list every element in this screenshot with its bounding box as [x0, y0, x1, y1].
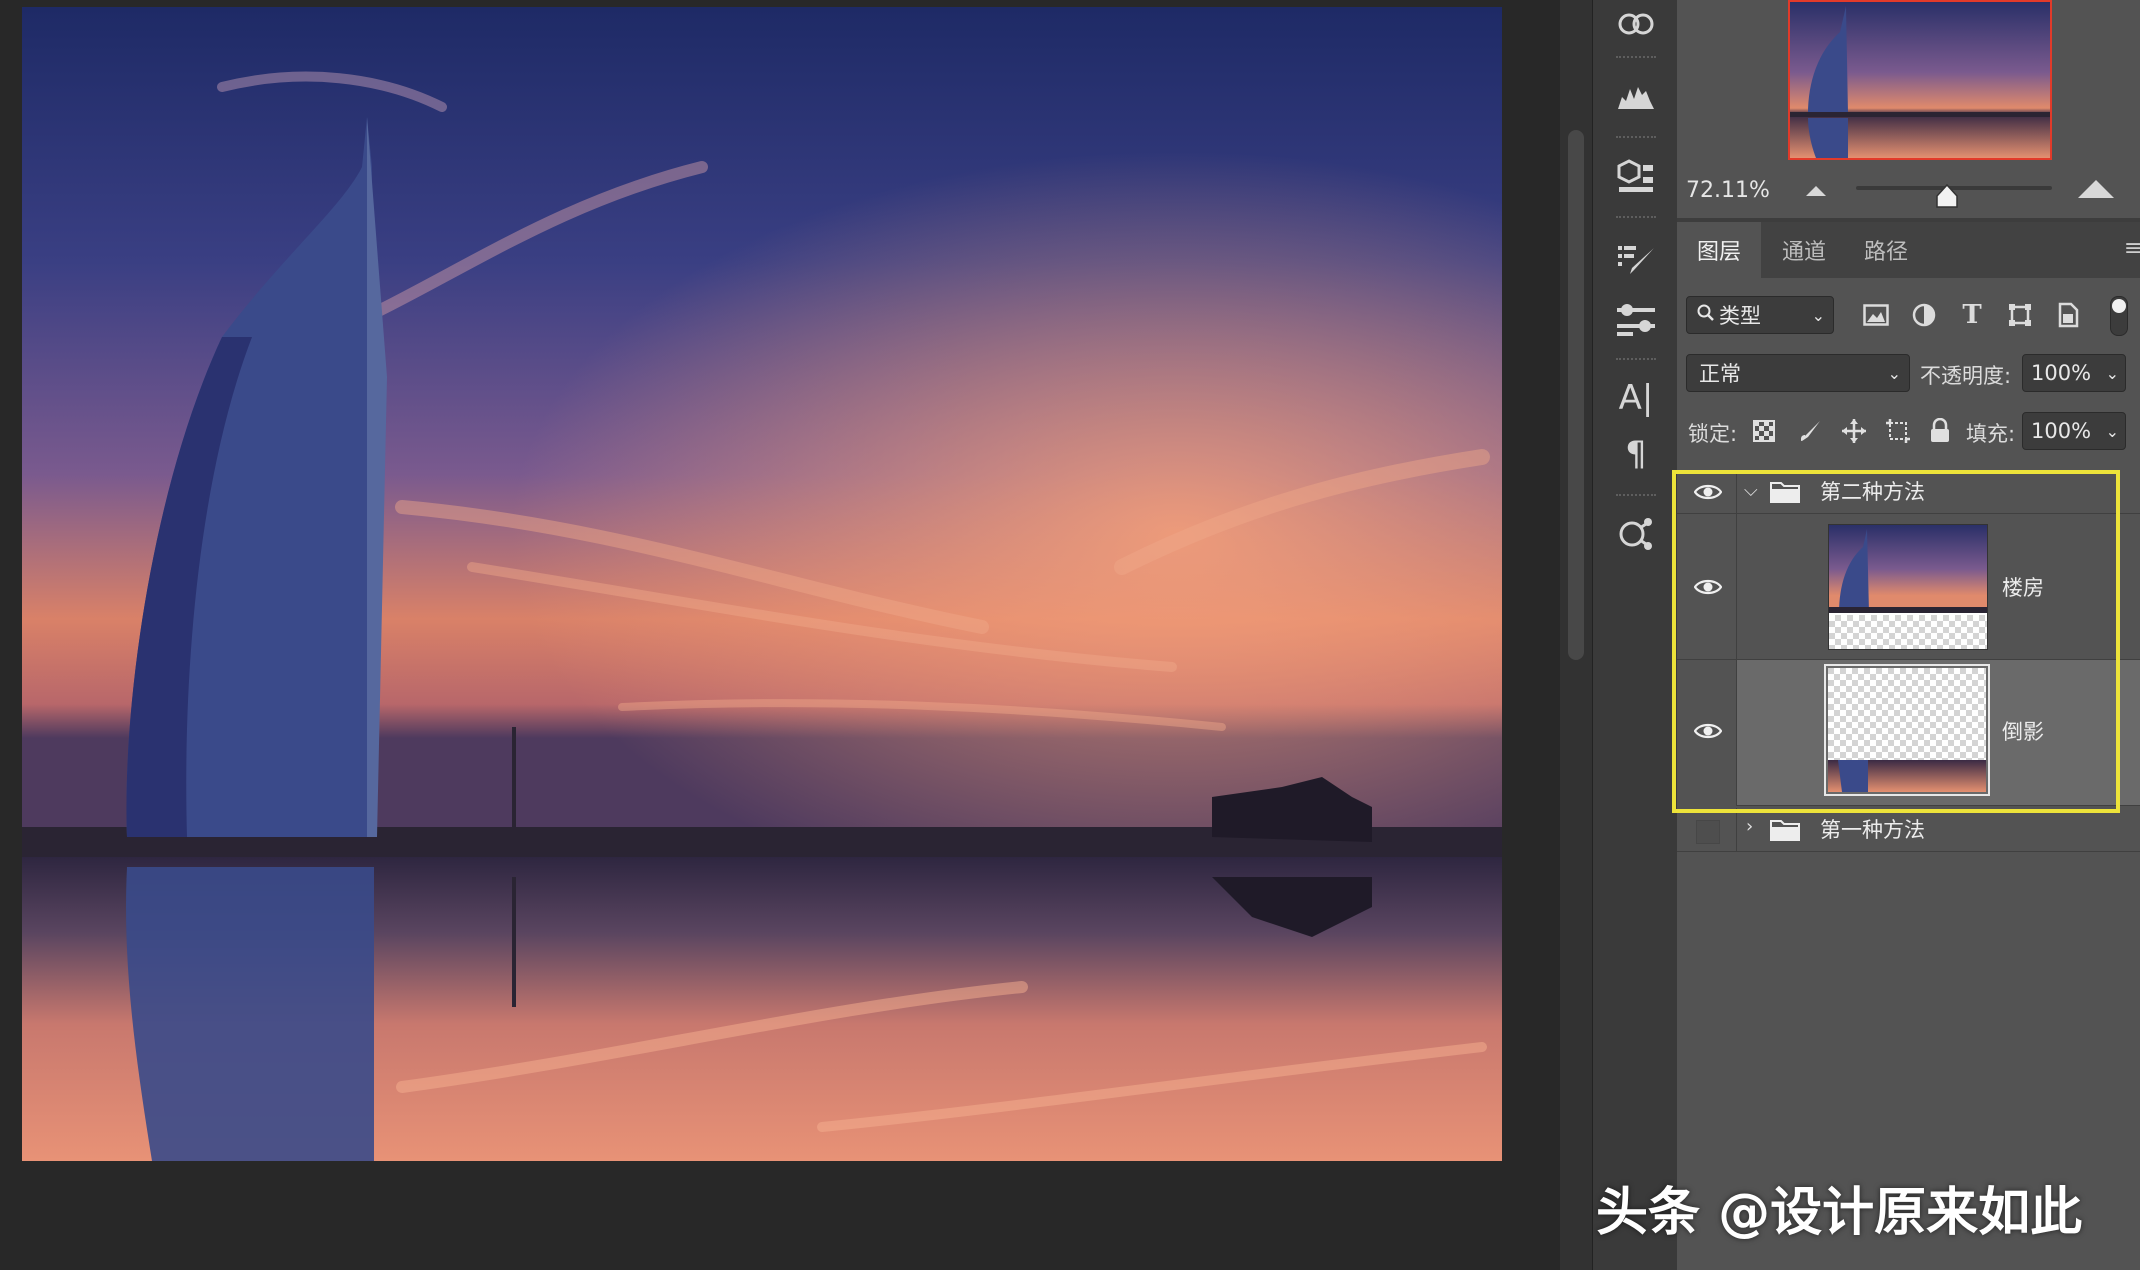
- blend-mode-value: 正常: [1699, 362, 1741, 386]
- lock-image-pixels-icon[interactable]: [1792, 413, 1828, 449]
- type-layer-filter-icon[interactable]: T: [1954, 297, 1990, 333]
- opacity-label: 不透明度:: [1920, 364, 2012, 388]
- visibility-column-divider: [1736, 808, 1737, 852]
- chevron-down-icon: ⌄: [1887, 363, 1901, 383]
- navigator-thumbnail[interactable]: [1788, 0, 2052, 160]
- visibility-toggle-off[interactable]: [1696, 820, 1720, 844]
- panel-grip[interactable]: [1616, 56, 1656, 66]
- zoom-slider-handle[interactable]: [1936, 183, 1958, 208]
- tab-paths[interactable]: 路径: [1846, 222, 1926, 278]
- blend-mode-dropdown[interactable]: 正常 ⌄: [1686, 354, 1910, 392]
- tab-layers[interactable]: 图层: [1677, 222, 1761, 278]
- panel-grip[interactable]: [1616, 136, 1656, 146]
- histogram-icon[interactable]: [1612, 72, 1660, 120]
- panel-menu-icon[interactable]: ≡: [2124, 236, 2140, 261]
- folder-icon: [1770, 817, 1800, 845]
- chevron-down-icon: ⌄: [2105, 421, 2119, 441]
- sunset-photo: [22, 7, 1502, 1161]
- paragraph-icon[interactable]: ¶: [1612, 430, 1660, 478]
- zoom-in-icon[interactable]: [2078, 180, 2114, 198]
- pixel-layer-filter-icon[interactable]: [1858, 297, 1894, 333]
- shape-layer-filter-icon[interactable]: [2002, 297, 2038, 333]
- lock-artboard-icon[interactable]: [1880, 413, 1916, 449]
- fill-label: 填充:: [1966, 422, 2016, 446]
- lock-label: 锁定:: [1688, 422, 1738, 446]
- layer-filter-dropdown[interactable]: 类型 ⌄: [1686, 296, 1834, 334]
- zoom-out-icon[interactable]: [1806, 186, 1826, 196]
- properties-icon[interactable]: [1612, 296, 1660, 344]
- panel-grip[interactable]: [1616, 494, 1656, 504]
- filter-toggle[interactable]: [2110, 296, 2128, 336]
- chevron-right-icon[interactable]: ›: [1746, 816, 1753, 837]
- lock-transparent-pixels-icon[interactable]: [1746, 413, 1782, 449]
- document-image[interactable]: [22, 7, 1502, 1161]
- libraries-icon[interactable]: [1612, 0, 1660, 48]
- opacity-field[interactable]: 100% ⌄: [2022, 354, 2126, 392]
- watermark-text: 头条 @设计原来如此: [1596, 1183, 2083, 1243]
- smart-object-filter-icon[interactable]: [2050, 297, 2086, 333]
- fill-field[interactable]: 100% ⌄: [2022, 412, 2126, 450]
- filter-kind-label: 类型: [1719, 304, 1761, 328]
- panel-grip[interactable]: [1616, 358, 1656, 368]
- glyph-share-icon[interactable]: [1612, 510, 1660, 558]
- adjustment-layer-filter-icon[interactable]: [1906, 297, 1942, 333]
- 3d-icon[interactable]: [1612, 152, 1660, 200]
- fill-value: 100%: [2031, 419, 2092, 443]
- tab-channels[interactable]: 通道: [1763, 222, 1845, 278]
- lock-position-icon[interactable]: [1836, 413, 1872, 449]
- chevron-down-icon: ⌄: [1811, 305, 1825, 325]
- character-icon[interactable]: A|: [1612, 374, 1660, 422]
- brush-settings-icon[interactable]: [1612, 236, 1660, 284]
- zoom-value[interactable]: 72.11%: [1686, 178, 1770, 203]
- search-icon: [1697, 303, 1715, 327]
- chevron-down-icon: ⌄: [2105, 363, 2119, 383]
- layer-name[interactable]: 第一种方法: [1820, 814, 1925, 844]
- lock-all-icon[interactable]: [1922, 413, 1958, 449]
- annotation-highlight-box: [1672, 470, 2120, 813]
- opacity-value: 100%: [2031, 361, 2092, 385]
- panel-grip[interactable]: [1616, 216, 1656, 226]
- canvas-scrollbar-thumb[interactable]: [1568, 130, 1584, 660]
